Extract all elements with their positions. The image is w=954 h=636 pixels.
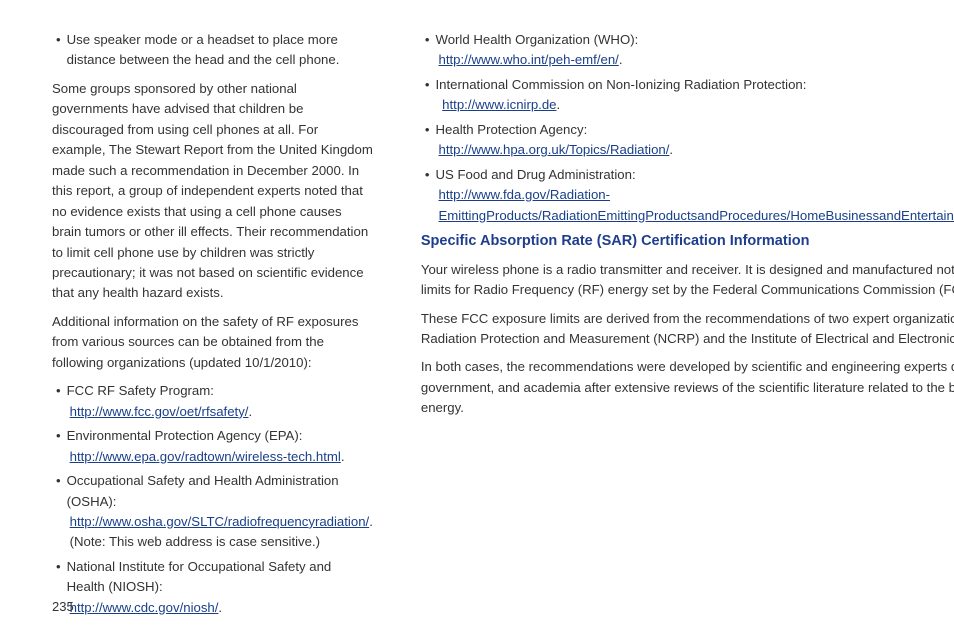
- paragraph: Some groups sponsored by other national …: [52, 79, 373, 304]
- left-column: • Use speaker mode or a headset to place…: [52, 30, 373, 616]
- document-page: • Use speaker mode or a headset to place…: [0, 0, 954, 636]
- org-link[interactable]: http://www.icnirp.de: [442, 97, 556, 112]
- bullet-text: Use speaker mode or a headset to place m…: [67, 30, 373, 71]
- org-note: (Note: This web address is case sensitiv…: [67, 532, 373, 552]
- org-label: FCC RF Safety Program:: [67, 383, 214, 398]
- org-link[interactable]: http://www.who.int/peh-emf/en/: [439, 52, 619, 67]
- bullet-item: • International Commission on Non-Ionizi…: [421, 75, 954, 116]
- org-label: Occupational Safety and Health Administr…: [67, 473, 339, 508]
- bullet-dot: •: [425, 120, 430, 161]
- bullet-dot: •: [425, 30, 430, 71]
- org-label: National Institute for Occupational Safe…: [67, 559, 332, 594]
- bullet-item: • World Health Organization (WHO): http:…: [421, 30, 954, 71]
- bullet-item: • National Institute for Occupational Sa…: [52, 557, 373, 618]
- org-label: International Commission on Non-Ionizing…: [436, 77, 807, 92]
- bullet-item: • Health Protection Agency: http://www.h…: [421, 120, 954, 161]
- bullet-dot: •: [56, 30, 61, 71]
- org-label: Health Protection Agency:: [436, 122, 588, 137]
- bullet-item: • Environmental Protection Agency (EPA):…: [52, 426, 373, 467]
- bullet-dot: •: [425, 75, 430, 116]
- bullet-dot: •: [56, 471, 61, 553]
- bullet-item: • Occupational Safety and Health Adminis…: [52, 471, 373, 553]
- org-label: World Health Organization (WHO):: [436, 32, 639, 47]
- bullet-dot: •: [56, 426, 61, 467]
- org-link[interactable]: http://www.hpa.org.uk/Topics/Radiation/: [439, 142, 670, 157]
- bullet-item: • FCC RF Safety Program: http://www.fcc.…: [52, 381, 373, 422]
- org-link[interactable]: http://www.fcc.gov/oet/rfsafety/: [70, 404, 249, 419]
- bullet-item: • Use speaker mode or a headset to place…: [52, 30, 373, 71]
- org-link[interactable]: http://www.fda.gov/Radiation-EmittingPro…: [439, 187, 954, 222]
- paragraph: These FCC exposure limits are derived fr…: [421, 309, 954, 350]
- right-column: • World Health Organization (WHO): http:…: [421, 30, 954, 616]
- paragraph: Your wireless phone is a radio transmitt…: [421, 260, 954, 301]
- bullet-item: • US Food and Drug Administration: http:…: [421, 165, 954, 226]
- bullet-dot: •: [425, 165, 430, 226]
- paragraph: In both cases, the recommendations were …: [421, 357, 954, 418]
- bullet-dot: •: [56, 381, 61, 422]
- org-label: US Food and Drug Administration:: [436, 167, 636, 182]
- page-number: 235: [52, 599, 74, 614]
- org-link[interactable]: http://www.epa.gov/radtown/wireless-tech…: [70, 449, 341, 464]
- org-label: Environmental Protection Agency (EPA):: [67, 428, 303, 443]
- paragraph: Additional information on the safety of …: [52, 312, 373, 373]
- org-link[interactable]: http://www.cdc.gov/niosh/: [70, 600, 219, 615]
- section-heading: Specific Absorption Rate (SAR) Certifica…: [421, 232, 954, 252]
- org-link[interactable]: http://www.osha.gov/SLTC/radiofrequencyr…: [70, 514, 370, 529]
